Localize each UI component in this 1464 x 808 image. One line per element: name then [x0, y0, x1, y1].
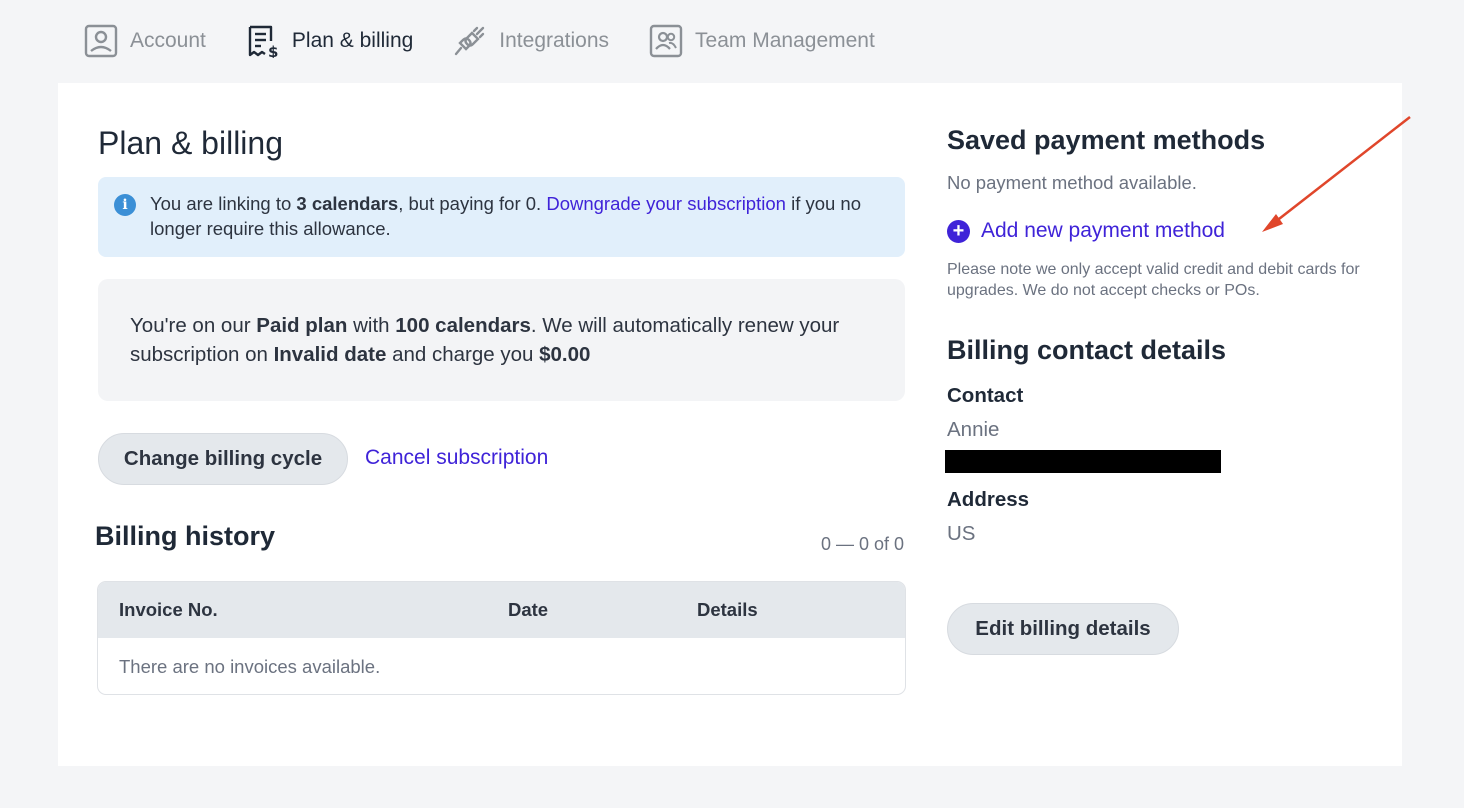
plus-circle-icon: +: [947, 219, 970, 243]
page-title: Plan & billing: [98, 125, 283, 161]
plan-text: You're on our: [130, 314, 257, 337]
tab-label: Team Management: [695, 29, 875, 52]
plan-text: and charge you: [386, 343, 540, 366]
saved-payment-title: Saved payment methods: [947, 125, 1266, 155]
settings-panel: Plan & billing i You are linking to 3 ca…: [58, 83, 1402, 766]
billing-history-title: Billing history: [95, 521, 276, 551]
team-icon: [649, 24, 683, 58]
settings-tabs: Account $ Plan & billing Integrations Te…: [84, 22, 915, 60]
downgrade-link[interactable]: Downgrade your subscription: [546, 193, 786, 214]
alert-text: , but paying for 0.: [398, 193, 547, 214]
renew-date: Invalid date: [273, 343, 387, 366]
invoice-table: Invoice No. Date Details There are no in…: [97, 581, 906, 695]
table-empty-row: There are no invoices available.: [98, 638, 905, 694]
plan-summary: You're on our Paid plan with 100 calenda…: [98, 279, 905, 401]
table-header: Invoice No. Date Details: [98, 582, 905, 638]
address-value: US: [947, 522, 976, 545]
plan-name: Paid plan: [256, 314, 348, 337]
tab-label: Integrations: [499, 29, 610, 52]
tab-integrations[interactable]: Integrations: [453, 24, 609, 58]
add-payment-label: Add new payment method: [981, 219, 1225, 242]
change-billing-cycle-button[interactable]: Change billing cycle: [98, 433, 348, 485]
integrations-icon: [455, 26, 485, 56]
contact-label: Contact: [947, 384, 1024, 407]
charge-amount: $0.00: [539, 343, 591, 366]
redacted-block: [945, 450, 1221, 473]
tab-account[interactable]: Account: [84, 24, 206, 58]
tab-label: Plan & billing: [291, 29, 414, 52]
payment-note: Please note we only accept valid credit …: [947, 261, 1360, 299]
plan-text: with: [347, 314, 396, 337]
alert-text: You are linking to: [150, 193, 297, 214]
contact-name: Annie: [947, 418, 1000, 441]
account-icon: [84, 24, 118, 58]
column-details: Details: [697, 599, 758, 620]
history-pager: 0 — 0 of 0: [820, 534, 904, 554]
plan-calendars: 100 calendars: [395, 314, 531, 337]
tab-team-management[interactable]: Team Management: [649, 24, 875, 58]
billing-contact-title: Billing contact details: [947, 335, 1227, 365]
alert-calendars: 3 calendars: [296, 193, 399, 214]
no-payment-text: No payment method available.: [947, 172, 1197, 193]
empty-message: There are no invoices available.: [119, 656, 381, 677]
calendar-alert: i You are linking to 3 calendars, but pa…: [98, 177, 905, 257]
address-label: Address: [947, 488, 1030, 511]
column-invoice-no[interactable]: Invoice No.: [119, 599, 218, 621]
billing-icon: $: [248, 25, 278, 58]
cancel-subscription-link[interactable]: Cancel subscription: [365, 446, 548, 470]
svg-text:$: $: [268, 43, 278, 58]
column-date[interactable]: Date: [508, 599, 548, 621]
edit-billing-details-button[interactable]: Edit billing details: [947, 603, 1179, 655]
add-payment-method-link[interactable]: + Add new payment method: [947, 219, 1225, 243]
tab-plan-billing[interactable]: $ Plan & billing: [246, 24, 413, 58]
info-icon: i: [114, 194, 136, 216]
tab-label: Account: [130, 29, 206, 52]
